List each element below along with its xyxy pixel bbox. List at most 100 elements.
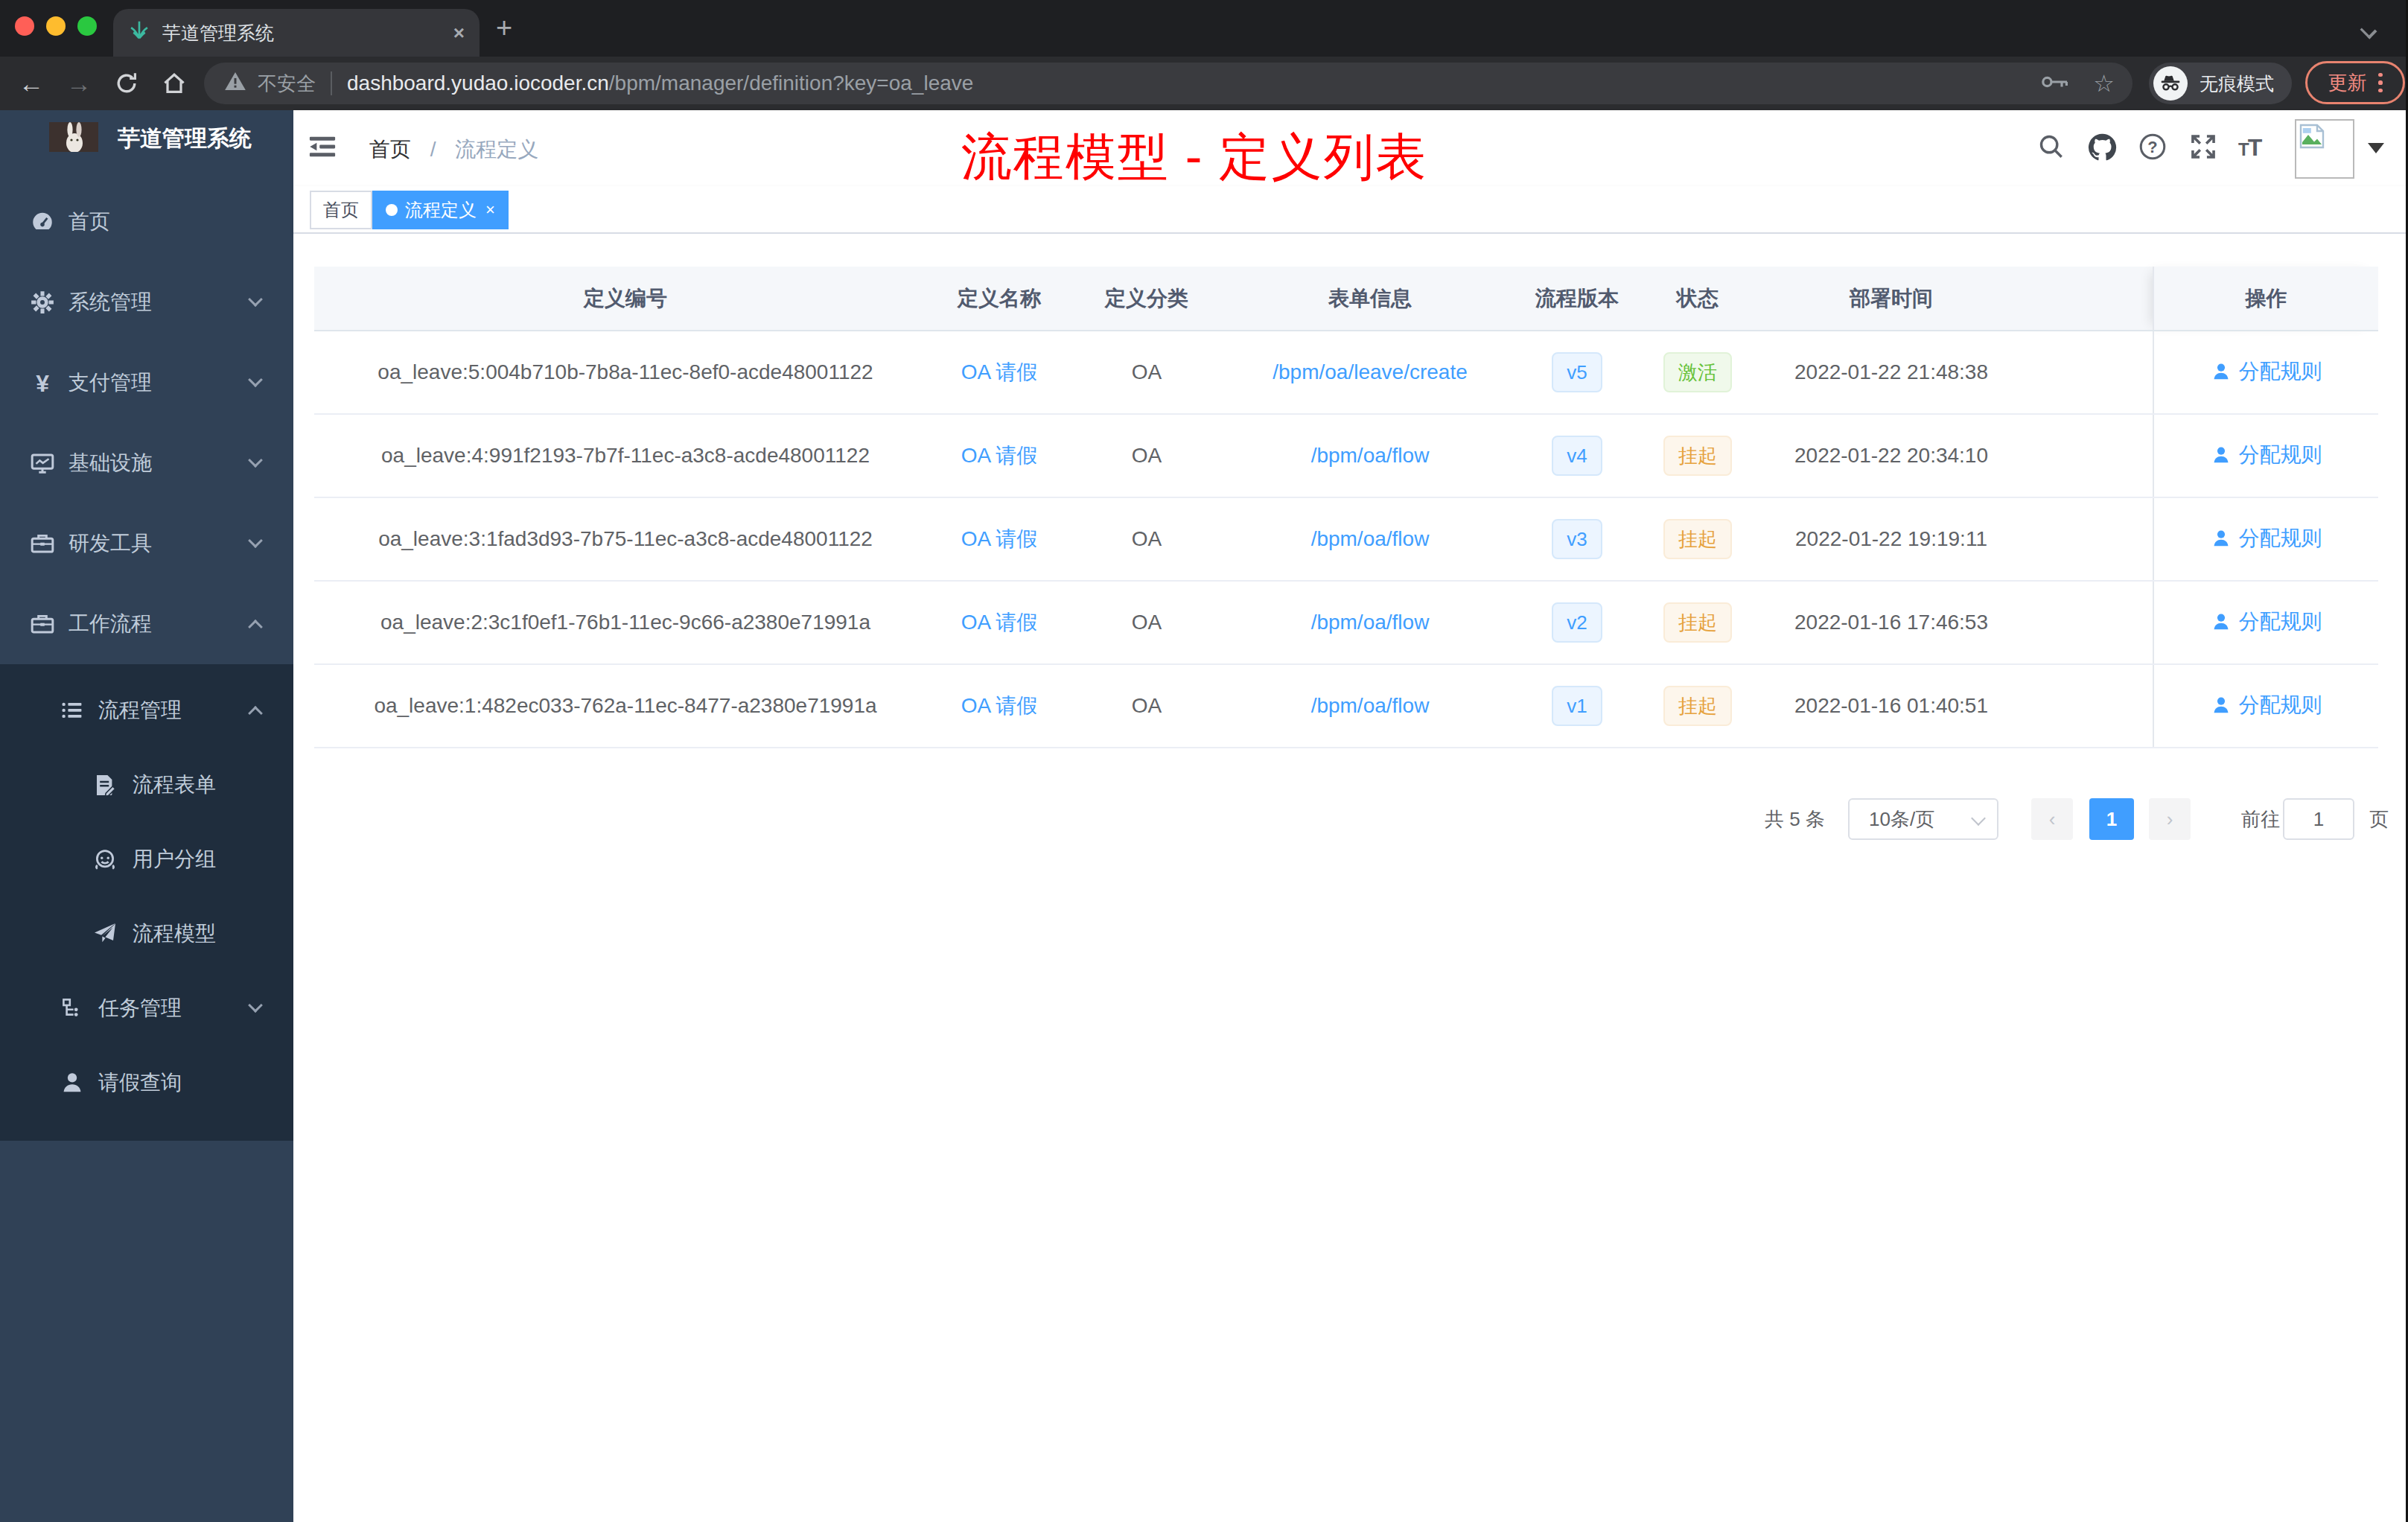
tab-search-chevron-icon[interactable]	[2360, 22, 2377, 39]
yen-icon: ¥	[30, 370, 55, 395]
sidebar-item-工作流程[interactable]: 工作流程	[0, 584, 293, 664]
avatar[interactable]	[2295, 119, 2354, 179]
current-page-button[interactable]: 1	[2089, 798, 2134, 840]
user-icon	[2211, 445, 2232, 465]
security-label[interactable]: 不安全	[258, 71, 316, 97]
filler-cell	[2033, 331, 2153, 414]
sidebar-item-流程模型[interactable]: 流程模型	[0, 897, 293, 971]
reload-button[interactable]	[107, 57, 146, 110]
sidebar-item-系统管理[interactable]: 系统管理	[0, 262, 293, 343]
new-tab-button[interactable]: +	[496, 12, 512, 44]
definition-name-link[interactable]: OA 请假	[961, 694, 1038, 717]
window-zoom-button[interactable]	[77, 16, 97, 36]
filler-cell	[2033, 581, 2153, 664]
assign-rule-link[interactable]: 分配规则	[2211, 691, 2322, 719]
sidebar-item-首页[interactable]: 首页	[0, 182, 293, 262]
sidebar-menu: 首页系统管理¥支付管理基础设施研发工具工作流程流程管理流程表单用户分组流程模型任…	[0, 182, 293, 1141]
browser-tab[interactable]: 芋道管理系统 ×	[113, 9, 480, 57]
form-info-link[interactable]: /bpm/oa/flow	[1311, 527, 1430, 550]
security-warning-icon[interactable]	[225, 72, 246, 95]
font-size-icon[interactable]: TT	[2238, 134, 2261, 162]
window-close-button[interactable]	[15, 16, 34, 36]
search-icon[interactable]	[2037, 133, 2065, 167]
home-button[interactable]	[155, 57, 194, 110]
assign-rule-link[interactable]: 分配规则	[2211, 441, 2322, 469]
assign-rule-link[interactable]: 分配规则	[2211, 608, 2322, 636]
url-text[interactable]: dashboard.yudao.iocoder.cn/bpm/manager/d…	[347, 71, 973, 95]
bookmark-star-icon[interactable]: ☆	[2093, 69, 2115, 98]
tab-close-icon[interactable]: ×	[453, 22, 465, 45]
version-badge[interactable]: v1	[1552, 686, 1602, 726]
sidebar-item-基础设施[interactable]: 基础设施	[0, 423, 293, 503]
table-row: oa_leave:3:1fad3d93-7b75-11ec-a3c8-acde4…	[314, 497, 2378, 581]
goto-label: 前往	[2241, 798, 2280, 840]
assign-rule-link[interactable]: 分配规则	[2211, 524, 2322, 553]
definition-category: OA	[1062, 414, 1232, 497]
forward-button[interactable]: →	[60, 57, 98, 110]
sidebar-item-label: 请假查询	[98, 1069, 182, 1097]
github-icon[interactable]	[2086, 133, 2118, 168]
avatar-dropdown-caret[interactable]	[2368, 143, 2384, 153]
url-separator	[331, 71, 332, 95]
sidebar-item-流程表单[interactable]: 流程表单	[0, 748, 293, 822]
hamburger-icon[interactable]	[308, 133, 337, 167]
version-badge[interactable]: v4	[1552, 436, 1602, 476]
page-size-select[interactable]: 10条/页	[1848, 798, 1998, 840]
form-info-link[interactable]: /bpm/oa/flow	[1311, 694, 1430, 717]
sidebar-item-用户分组[interactable]: 用户分组	[0, 822, 293, 897]
back-button[interactable]: ←	[12, 57, 51, 110]
screenshot-root: 芋道管理系统 × + ← → 不安全 dashboard.yudao.iocod…	[0, 0, 2408, 1522]
status-badge: 挂起	[1663, 519, 1732, 559]
sidebar-item-请假查询[interactable]: 请假查询	[0, 1045, 293, 1120]
sidebar-logo[interactable]: 芋道管理系统	[0, 110, 293, 182]
sidebar-item-label: 用户分组	[133, 845, 216, 873]
sidebar-item-支付管理[interactable]: ¥支付管理	[0, 343, 293, 423]
window-minimize-button[interactable]	[46, 16, 66, 36]
prev-page-button[interactable]: ‹	[2031, 798, 2073, 840]
version-badge[interactable]: v3	[1552, 519, 1602, 559]
definition-category: OA	[1062, 581, 1232, 664]
version-badge[interactable]: v2	[1552, 602, 1602, 643]
browser-update-button[interactable]: 更新	[2305, 61, 2405, 104]
sidebar-item-label: 流程表单	[133, 771, 216, 799]
list-icon	[60, 698, 85, 723]
fullscreen-icon[interactable]	[2189, 133, 2217, 167]
user-icon	[2211, 361, 2232, 382]
tags-view-bar: 首页 流程定义 ×	[293, 186, 2408, 234]
sidebar-item-研发工具[interactable]: 研发工具	[0, 503, 293, 584]
tag-home[interactable]: 首页	[310, 191, 372, 229]
next-page-button[interactable]: ›	[2149, 798, 2191, 840]
tag-close-icon[interactable]: ×	[485, 200, 495, 220]
users-icon	[92, 847, 118, 872]
sidebar-item-任务管理[interactable]: 任务管理	[0, 971, 293, 1045]
form-info-link[interactable]: /bpm/oa/flow	[1311, 444, 1430, 467]
help-icon[interactable]: ?	[2138, 133, 2167, 167]
form-info-link[interactable]: /bpm/oa/flow	[1311, 611, 1430, 634]
breadcrumb-home[interactable]: 首页	[369, 138, 411, 161]
sidebar-submenu: 流程管理流程表单用户分组流程模型任务管理请假查询	[0, 664, 293, 1141]
tag-current[interactable]: 流程定义 ×	[372, 191, 509, 229]
definition-name-link[interactable]: OA 请假	[961, 527, 1038, 550]
chevron-down-icon	[248, 372, 263, 387]
definition-name-link[interactable]: OA 请假	[961, 611, 1038, 634]
table-header-row: 定义编号 定义名称 定义分类 表单信息 流程版本 状态 部署时间 操作	[314, 267, 2378, 331]
definition-category: OA	[1062, 664, 1232, 748]
sidebar-item-流程管理[interactable]: 流程管理	[0, 673, 293, 748]
password-key-icon[interactable]	[2041, 72, 2069, 95]
goto-page-input[interactable]: 1	[2283, 798, 2354, 840]
deploy-time: 2022-01-22 20:34:10	[1750, 414, 2033, 497]
deploy-time: 2022-01-16 17:46:53	[1750, 581, 2033, 664]
app-header: 首页 / 流程定义 流程模型 - 定义列表 ? TT	[293, 110, 2408, 186]
form-info-link[interactable]: /bpm/oa/leave/create	[1273, 360, 1468, 383]
tasks-icon	[60, 996, 85, 1021]
definition-id: oa_leave:5:004b710b-7b8a-11ec-8ef0-acde4…	[314, 331, 937, 414]
status-badge: 挂起	[1663, 686, 1732, 726]
assign-rule-link[interactable]: 分配规则	[2211, 357, 2322, 386]
address-bar[interactable]: 不安全 dashboard.yudao.iocoder.cn/bpm/manag…	[204, 63, 2133, 104]
definition-name-link[interactable]: OA 请假	[961, 360, 1038, 383]
table-row: oa_leave:4:991f2193-7b7f-11ec-a3c8-acde4…	[314, 414, 2378, 497]
definition-name-link[interactable]: OA 请假	[961, 444, 1038, 467]
plane-icon	[92, 921, 118, 946]
version-badge[interactable]: v5	[1552, 352, 1602, 392]
browser-menu-icon[interactable]	[2378, 73, 2382, 92]
